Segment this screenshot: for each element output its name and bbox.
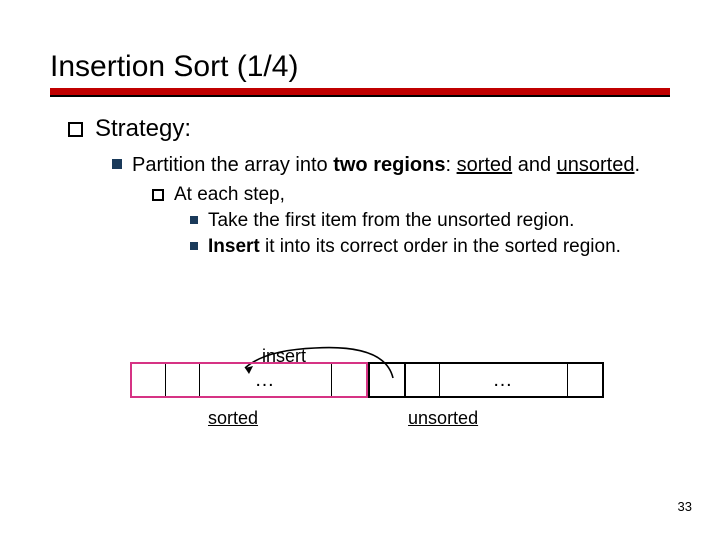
l2-pre: Partition the array into [132,154,333,176]
bullet-l1-text: Strategy: [95,115,191,143]
bullet-l2-text: Partition the array into two regions: so… [132,153,640,179]
slide-title: Insertion Sort (1/4) [50,50,670,84]
solid-square-icon [190,216,198,224]
l2-end: . [635,154,641,176]
array-box: … … [130,362,610,398]
unsorted-label: unsorted [408,408,478,429]
bullet-l4b: Insert it into its correct order in the … [190,235,670,259]
l2-u1: sorted [457,154,513,176]
sorted-label: sorted [208,408,258,429]
array-cell [132,364,166,396]
bullet-l4a-text: Take the first item from the unsorted re… [208,209,574,233]
bullet-l2: Partition the array into two regions: so… [112,153,670,179]
l2-bold: two regions [333,154,445,176]
l4b-rest: it into its correct order in the sorted … [260,236,621,257]
first-unsorted-cell [368,364,406,396]
bullet-l4b-text: Insert it into its correct order in the … [208,235,621,259]
sorted-region: … [130,362,368,398]
unsorted-region: … [368,362,604,398]
bullet-l3: At each step, [152,183,670,207]
ellipsis-cell: … [200,364,332,396]
array-cell [406,364,440,396]
array-cell [332,364,366,396]
array-cell [568,364,602,396]
l2-and: and [512,154,556,176]
bullet-l1: Strategy: [68,115,670,143]
hollow-square-icon [68,122,83,137]
solid-square-icon [112,159,122,169]
l2-mid: : [445,154,456,176]
hollow-square-icon [152,189,164,201]
bullet-l4a: Take the first item from the unsorted re… [190,209,670,233]
array-cell [166,364,200,396]
title-underline [50,88,670,97]
page-number: 33 [678,499,692,514]
l2-u2: unsorted [557,154,635,176]
ellipsis-cell: … [440,364,568,396]
bullet-l3-text: At each step, [174,183,285,207]
region-labels: sorted unsorted [130,408,610,429]
insertion-diagram: insert … … sorted unsorted [130,362,610,429]
solid-square-icon [190,242,198,250]
l4b-bold: Insert [208,236,260,257]
